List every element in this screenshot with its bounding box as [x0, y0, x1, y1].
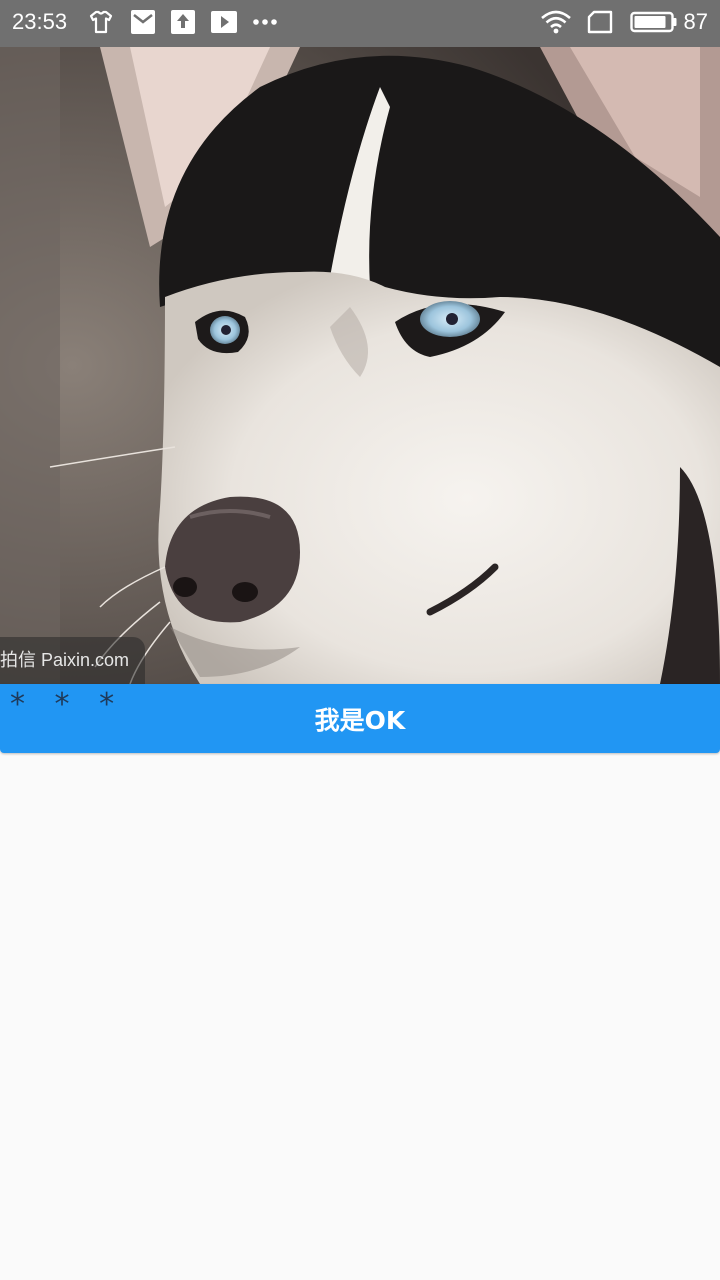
mail-icon: [130, 9, 156, 35]
play-icon: [211, 9, 237, 35]
sim-icon: [586, 9, 613, 35]
husky-photo: 拍信 Paixin.com: [0, 47, 720, 684]
status-bar: 23:53 87: [0, 0, 720, 47]
tshirt-icon: [88, 9, 114, 35]
battery-icon: [630, 9, 678, 35]
rating-stars: * * *: [10, 687, 125, 722]
wifi-icon: [540, 9, 571, 35]
upload-icon: [170, 9, 196, 35]
watermark-label: 拍信 Paixin.com: [0, 637, 146, 684]
status-time: 23:53: [12, 9, 68, 34]
more-dots-icon: [252, 9, 278, 35]
battery-level: 87: [683, 9, 708, 34]
